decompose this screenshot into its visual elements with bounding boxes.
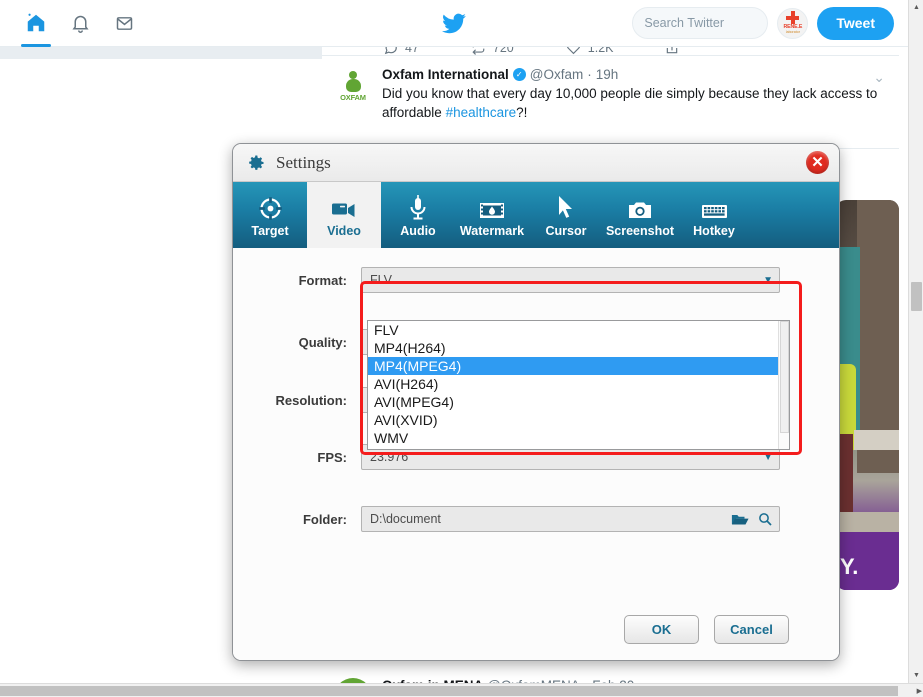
home-icon	[25, 12, 47, 34]
chevron-down-icon[interactable]: ⌄	[873, 69, 885, 86]
photo-table-region	[854, 430, 899, 450]
tweet-body: Oxfam International ✓ @Oxfam · 19h Did y…	[382, 67, 885, 138]
photo-caption-text: Y.	[840, 554, 858, 580]
nav-home[interactable]	[14, 0, 58, 47]
verified-badge-icon: ✓	[513, 68, 526, 81]
format-value: FLV	[370, 273, 763, 287]
twitter-nav	[14, 0, 146, 47]
cursor-arrow-icon	[555, 192, 577, 222]
camcorder-icon	[330, 192, 358, 222]
dropdown-scrollbar-thumb[interactable]	[780, 321, 789, 433]
avatar-label: OXFAM	[340, 93, 366, 102]
tweet-separator: ·	[587, 67, 592, 82]
dialog-footer: OK Cancel	[233, 598, 839, 660]
fps-label: FPS:	[233, 450, 361, 465]
magnifier-icon[interactable]	[757, 511, 773, 527]
scroll-right-arrow-icon[interactable]: ▶	[917, 687, 922, 695]
tab-label: Hotkey	[693, 224, 735, 238]
nav-messages[interactable]	[102, 0, 146, 47]
quality-label: Quality:	[233, 335, 361, 350]
scroll-down-arrow-icon[interactable]: ▼	[909, 668, 923, 683]
twitter-bird-icon	[441, 13, 467, 35]
page-gutter-strip	[0, 47, 322, 59]
dropdown-option[interactable]: FLV	[368, 321, 789, 339]
tab-label: Watermark	[460, 224, 524, 238]
bell-icon	[70, 13, 91, 34]
tweet-author[interactable]: Oxfam International	[382, 67, 509, 82]
dropdown-scrollbar[interactable]	[778, 321, 789, 449]
tab-label: Audio	[400, 224, 435, 238]
tab-audio[interactable]: Audio	[381, 182, 455, 248]
avatar[interactable]: RENE.E laborator	[777, 8, 808, 39]
keyboard-icon	[700, 192, 729, 222]
tab-cursor[interactable]: Cursor	[529, 182, 603, 248]
search-box[interactable]	[632, 7, 768, 39]
dropdown-option[interactable]: AVI(MPEG4)	[368, 393, 789, 411]
oxfam-logo-icon	[346, 71, 361, 92]
tab-video[interactable]: Video	[307, 182, 381, 248]
ok-button[interactable]: OK	[624, 615, 699, 644]
folder-path-field[interactable]: D:\document	[361, 506, 780, 532]
close-button[interactable]: ✕	[806, 151, 829, 174]
tweet-hashtag[interactable]: #healthcare	[446, 105, 517, 120]
tab-label: Target	[251, 224, 288, 238]
dropdown-option[interactable]: MP4(MPEG4)	[368, 357, 789, 375]
vertical-scrollbar-thumb[interactable]	[911, 282, 922, 311]
tweet-text: Did you know that every day 10,000 peopl…	[382, 84, 885, 122]
dropdown-option[interactable]: WMV	[368, 429, 789, 447]
chevron-down-icon: ▼	[763, 275, 773, 286]
tab-label: Video	[327, 224, 361, 238]
folder-label: Folder:	[233, 512, 361, 527]
tweet-meta: Oxfam International ✓ @Oxfam · 19h	[382, 67, 885, 82]
dialog-title: Settings	[276, 153, 331, 173]
dropdown-option[interactable]: AVI(H264)	[368, 375, 789, 393]
tab-target[interactable]: Target	[233, 182, 307, 248]
tab-label: Cursor	[546, 224, 587, 238]
format-select[interactable]: FLV ▼	[361, 267, 780, 293]
horizontal-scrollbar-thumb[interactable]	[0, 686, 898, 696]
camera-icon	[626, 192, 654, 222]
dialog-titlebar[interactable]: Settings ✕	[233, 144, 839, 182]
avatar-subtitle: laborator	[786, 30, 800, 34]
chevron-down-icon: ▼	[763, 452, 773, 463]
tab-watermark[interactable]: Watermark	[455, 182, 529, 248]
fps-value: 23.976	[370, 450, 763, 464]
horizontal-scrollbar[interactable]: ▶	[0, 683, 923, 697]
dropdown-option[interactable]: AVI(XVID)	[368, 411, 789, 429]
format-dropdown-list[interactable]: FLVMP4(H264)MP4(MPEG4)AVI(H264)AVI(MPEG4…	[367, 320, 790, 450]
scroll-up-arrow-icon[interactable]: ▲	[909, 0, 923, 15]
folder-open-icon[interactable]	[731, 512, 749, 527]
tweet-oxfam[interactable]: OXFAM Oxfam International ✓ @Oxfam · 19h…	[322, 57, 899, 149]
tab-label: Screenshot	[606, 224, 674, 238]
envelope-icon	[114, 13, 135, 34]
video-settings-panel: Format: FLV ▼ Quality: ▼ Resolution: Ori…	[233, 248, 839, 660]
twitter-header-right: RENE.E laborator Tweet	[632, 7, 894, 40]
red-cross-icon	[786, 11, 799, 24]
microphone-icon	[406, 192, 430, 222]
folder-row: Folder: D:\document	[233, 506, 839, 532]
tweet-text-after: ?!	[516, 105, 527, 120]
nav-notifications[interactable]	[58, 0, 102, 47]
format-row: Format: FLV ▼	[233, 267, 839, 293]
tweet-button[interactable]: Tweet	[817, 7, 894, 40]
cancel-button[interactable]: Cancel	[714, 615, 789, 644]
watermark-filmstrip-icon	[478, 192, 506, 222]
tab-screenshot[interactable]: Screenshot	[603, 182, 677, 248]
screen: 47 720 1.2K OXFAM Oxfam International	[0, 0, 923, 697]
dialog-tabs: Target Video Audio Watermark	[233, 182, 839, 248]
avatar[interactable]: OXFAM	[334, 67, 372, 105]
tab-hotkey[interactable]: Hotkey	[677, 182, 751, 248]
gear-icon	[246, 153, 266, 173]
target-crosshair-icon	[257, 192, 284, 222]
tweet-handle[interactable]: @Oxfam	[530, 67, 583, 82]
twitter-header: RENE.E laborator Tweet	[0, 0, 908, 47]
resolution-label: Resolution:	[233, 393, 361, 408]
dropdown-option[interactable]: MP4(H264)	[368, 339, 789, 357]
tweet-time[interactable]: 19h	[596, 67, 619, 82]
vertical-scrollbar[interactable]: ▲ ▼	[908, 0, 923, 683]
format-label: Format:	[233, 273, 361, 288]
tweet-photo[interactable]: Y.	[836, 200, 899, 590]
folder-value: D:\document	[370, 512, 723, 526]
